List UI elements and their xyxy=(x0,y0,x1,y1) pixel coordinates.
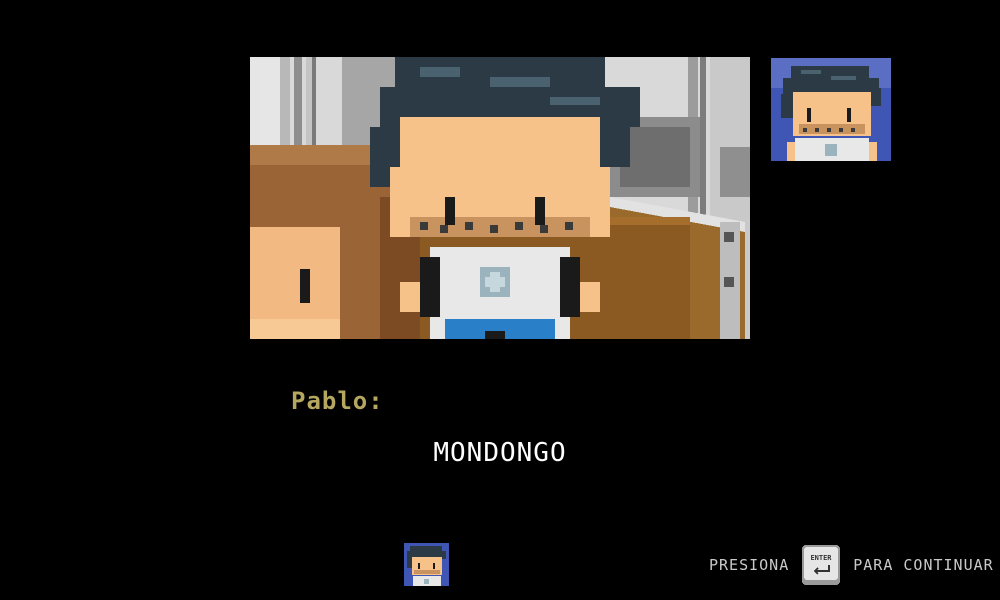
prompt-continue-label: PARA CONTINUAR xyxy=(853,556,994,574)
prompt-press-label: PRESIONA xyxy=(709,556,790,574)
enter-key-button[interactable]: ENTER xyxy=(801,544,841,586)
enter-key-icon: ENTER xyxy=(802,545,841,585)
speaker-name: Pablo: xyxy=(291,387,384,415)
game-screen: Pablo: MONDONGO PRESIONA ENTER PARA CONT… xyxy=(0,0,1000,600)
dialogue-text: MONDONGO xyxy=(433,438,567,468)
character-portrait-icon xyxy=(771,58,891,161)
mini-portrait xyxy=(404,543,449,586)
cutscene-image xyxy=(250,57,750,339)
enter-key-label: ENTER xyxy=(811,554,833,562)
continue-prompt: PRESIONA ENTER PARA CONTINUAR xyxy=(709,543,994,587)
character-mini-portrait-icon xyxy=(404,543,449,586)
cutscene-scene xyxy=(250,57,750,339)
speaker-portrait xyxy=(771,58,891,161)
